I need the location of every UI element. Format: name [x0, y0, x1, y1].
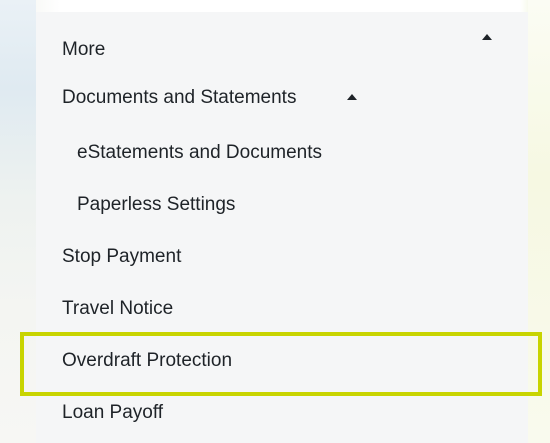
menu-item-more-label: More: [62, 39, 106, 60]
menu-item-documents-and-statements[interactable]: Documents and Statements: [62, 86, 296, 110]
menu-item-travel-notice[interactable]: Travel Notice: [62, 297, 173, 321]
menu-item-more[interactable]: More: [62, 38, 105, 62]
menu-item-stop-payment[interactable]: Stop Payment: [62, 245, 181, 269]
menu-item-overdraft-label: Overdraft Protection: [62, 350, 233, 371]
chevron-up-icon[interactable]: [347, 94, 357, 100]
background-right-edge: [528, 0, 550, 443]
menu-item-loan-payoff-label: Loan Payoff: [62, 402, 164, 423]
menu-item-paperless-label: Paperless Settings: [77, 194, 236, 215]
menu-item-loan-payoff[interactable]: Loan Payoff: [62, 401, 163, 425]
menu-item-travel-notice-label: Travel Notice: [62, 298, 174, 319]
more-menu-panel: More Documents and Statements eStatement…: [36, 12, 528, 443]
menu-item-stop-payment-label: Stop Payment: [62, 246, 182, 267]
menu-item-overdraft-protection[interactable]: Overdraft Protection: [62, 349, 232, 373]
menu-item-documents-label: Documents and Statements: [62, 87, 297, 108]
menu-item-paperless-settings[interactable]: Paperless Settings: [77, 193, 235, 217]
chevron-up-icon[interactable]: [482, 34, 492, 40]
background-left-edge: [0, 0, 36, 443]
menu-item-estatements-label: eStatements and Documents: [77, 142, 323, 163]
screen: More Documents and Statements eStatement…: [0, 0, 550, 443]
menu-item-estatements-and-documents[interactable]: eStatements and Documents: [77, 141, 322, 165]
